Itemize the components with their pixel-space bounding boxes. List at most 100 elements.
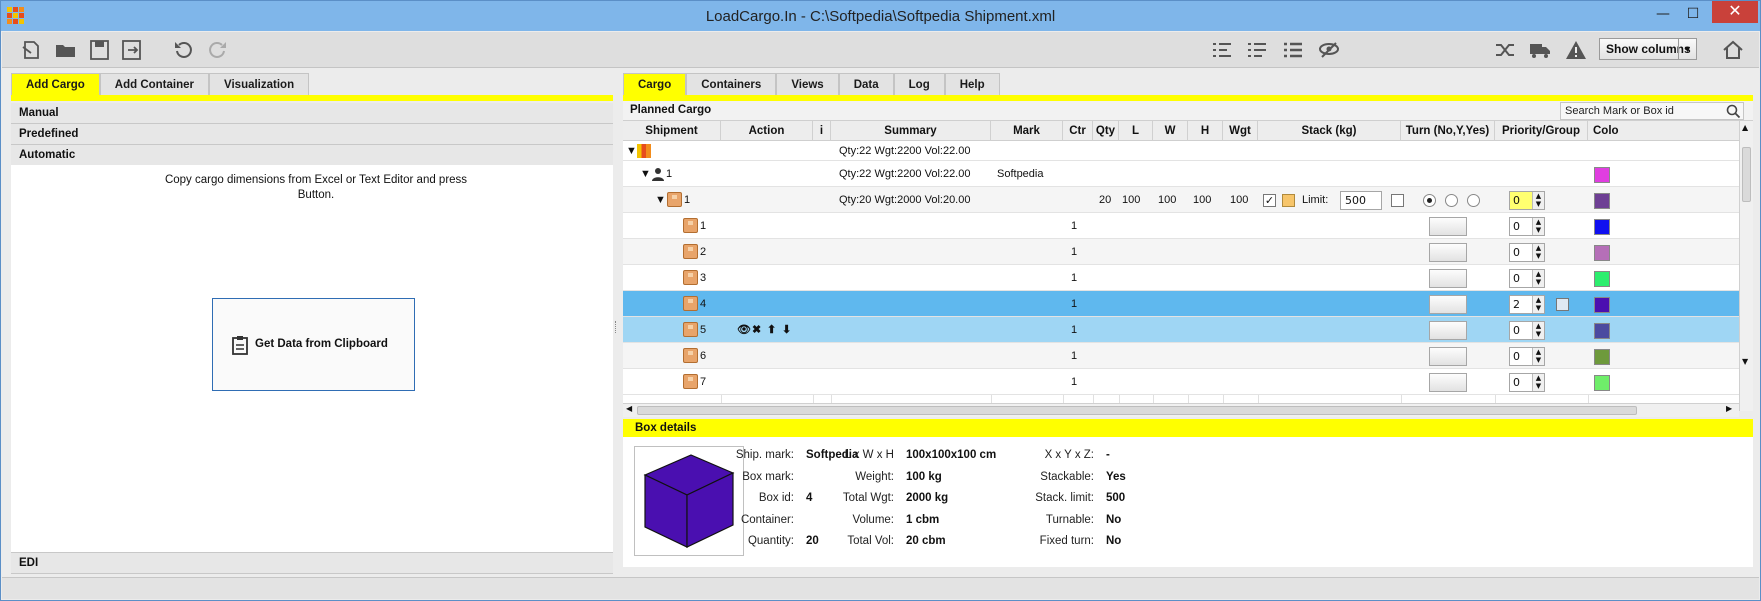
view-list-2-icon[interactable] <box>1245 39 1269 61</box>
show-columns-dropdown[interactable]: Show columns ▼ <box>1599 38 1697 60</box>
shuffle-icon[interactable] <box>1493 39 1517 61</box>
search-input[interactable]: Search Mark or Box id <box>1560 102 1744 120</box>
grid-vertical-scrollbar[interactable]: ▲ ▼ <box>1739 121 1753 411</box>
grid-row-shipment[interactable]: ▼ 1 Qty:22 Wgt:2200 Vol:22.00 Softpedia <box>623 161 1739 187</box>
column-header-mark[interactable]: Mark <box>991 121 1063 141</box>
group-checkbox[interactable] <box>1556 298 1569 311</box>
priority-spinner[interactable]: 2 ▲ ▼ <box>1509 295 1545 314</box>
turn-button[interactable] <box>1429 321 1467 340</box>
tab-add-cargo[interactable]: Add Cargo <box>11 73 100 95</box>
open-folder-icon[interactable] <box>54 39 78 61</box>
spinner-arrows-icon[interactable]: ▲ ▼ <box>1532 218 1544 235</box>
priority-spinner[interactable]: 0 ▲ ▼ <box>1509 243 1545 262</box>
color-swatch[interactable] <box>1594 245 1610 261</box>
grid-row-box[interactable]: 4 1 2 ▲ ▼ <box>623 291 1739 317</box>
scroll-down-icon[interactable]: ▼ <box>1742 357 1748 366</box>
color-swatch[interactable] <box>1594 167 1610 183</box>
turn-button[interactable] <box>1429 373 1467 392</box>
limit-input[interactable]: 500 <box>1340 191 1382 210</box>
truck-icon[interactable] <box>1528 39 1552 61</box>
column-header-priority-group[interactable]: Priority/Group <box>1495 121 1588 141</box>
tab-views[interactable]: Views <box>776 73 839 95</box>
priority-spinner[interactable]: 0 ▲ ▼ <box>1509 217 1545 236</box>
scroll-up-icon[interactable]: ▲ <box>1742 123 1748 132</box>
spinner-arrows-icon[interactable]: ▲ ▼ <box>1532 348 1544 365</box>
accordion-automatic[interactable]: Automatic <box>11 145 613 166</box>
delete-icon[interactable]: ✖ <box>752 317 761 343</box>
grid-row-box[interactable]: 6 1 0 ▲ ▼ <box>623 343 1739 369</box>
vertical-scroll-thumb[interactable] <box>1742 147 1751 202</box>
turn-button[interactable] <box>1429 269 1467 288</box>
turn-y-radio[interactable] <box>1445 194 1458 207</box>
color-swatch[interactable] <box>1594 297 1610 313</box>
panel-splitter[interactable] <box>615 321 617 333</box>
move-down-icon[interactable]: ⬇ <box>782 317 791 343</box>
scroll-left-icon[interactable]: ◀ <box>626 404 632 413</box>
column-header-i[interactable]: i <box>813 121 831 141</box>
turn-button[interactable] <box>1429 347 1467 366</box>
tab-add-container[interactable]: Add Container <box>99 73 210 95</box>
turn-no-radio[interactable] <box>1423 194 1436 207</box>
grid-row-box[interactable]: 1 1 0 ▲ ▼ <box>623 213 1739 239</box>
grid-row-box[interactable]: 3 1 0 ▲ ▼ <box>623 265 1739 291</box>
tab-visualization[interactable]: Visualization <box>209 73 310 95</box>
spinner-arrows-icon[interactable]: ▲ ▼ <box>1532 374 1544 391</box>
view-list-3-icon[interactable] <box>1281 39 1305 61</box>
tab-cargo[interactable]: Cargo <box>623 73 687 95</box>
turn-button[interactable] <box>1429 243 1467 262</box>
save-as-icon[interactable] <box>120 39 144 61</box>
column-header-qty[interactable]: Qty <box>1093 121 1119 141</box>
priority-spinner[interactable]: 0 ▲ ▼ <box>1509 347 1545 366</box>
column-header-shipment[interactable]: Shipment <box>623 121 721 141</box>
column-header-h[interactable]: H <box>1188 121 1223 141</box>
view-list-1-icon[interactable] <box>1210 39 1234 61</box>
grid-row-box[interactable]: 7 1 0 ▲ ▼ <box>623 369 1739 395</box>
color-swatch[interactable] <box>1594 271 1610 287</box>
accordion-manual[interactable]: Manual <box>11 103 613 124</box>
priority-spinner[interactable]: 0 ▲ ▼ <box>1509 191 1545 210</box>
column-header-l[interactable]: L <box>1119 121 1153 141</box>
turn-button[interactable] <box>1429 217 1467 236</box>
close-button[interactable]: ✕ <box>1712 1 1758 23</box>
spinner-arrows-icon[interactable]: ▲ ▼ <box>1532 296 1544 313</box>
scroll-right-icon[interactable]: ▶ <box>1726 404 1732 413</box>
column-header-turn-no-y-yes[interactable]: Turn (No,Y,Yes) <box>1401 121 1495 141</box>
spinner-arrows-icon[interactable]: ▲ ▼ <box>1532 244 1544 261</box>
stack-limit-checkbox[interactable] <box>1391 194 1404 207</box>
priority-spinner[interactable]: 0 ▲ ▼ <box>1509 373 1545 392</box>
grid-row-box[interactable]: 5 👁 ✖ ⬆ ⬇ 1 0 ▲ ▼ <box>623 317 1739 343</box>
column-header-w[interactable]: W <box>1153 121 1188 141</box>
get-data-from-clipboard-button[interactable]: Get Data from Clipboard <box>212 298 415 391</box>
color-swatch[interactable] <box>1594 219 1610 235</box>
warning-icon[interactable] <box>1564 39 1588 61</box>
grid-row-box[interactable]: 2 1 0 ▲ ▼ <box>623 239 1739 265</box>
new-file-icon[interactable] <box>20 39 44 61</box>
tab-containers[interactable]: Containers <box>686 73 777 95</box>
hide-icon[interactable] <box>1317 39 1341 61</box>
color-swatch[interactable] <box>1594 193 1610 209</box>
tab-log[interactable]: Log <box>893 73 945 95</box>
turn-button[interactable] <box>1429 295 1467 314</box>
stackable-checkbox[interactable]: ✓ <box>1263 194 1276 207</box>
move-up-icon[interactable]: ⬆ <box>767 317 776 343</box>
search-icon[interactable] <box>1723 103 1743 119</box>
column-header-ctr[interactable]: Ctr <box>1063 121 1093 141</box>
column-header-stack-kg[interactable]: Stack (kg) <box>1258 121 1401 141</box>
accordion-edi[interactable]: EDI <box>11 553 613 574</box>
grid-row-root[interactable]: ▼ Qty:22 Wgt:2200 Vol:22.00 <box>623 141 1739 161</box>
spinner-arrows-icon[interactable]: ▲ ▼ <box>1532 270 1544 287</box>
grid-horizontal-scrollbar[interactable]: ◀ ▶ <box>623 403 1739 417</box>
color-swatch[interactable] <box>1594 375 1610 391</box>
color-swatch[interactable] <box>1594 349 1610 365</box>
horizontal-scroll-thumb[interactable] <box>637 406 1637 415</box>
column-header-summary[interactable]: Summary <box>831 121 991 141</box>
spinner-arrows-icon[interactable]: ▲ ▼ <box>1532 192 1544 209</box>
tab-help[interactable]: Help <box>944 73 1000 95</box>
expand-toggle-icon[interactable]: ▼ <box>640 161 651 187</box>
priority-spinner[interactable]: 0 ▲ ▼ <box>1509 321 1545 340</box>
turn-yes-radio[interactable] <box>1467 194 1480 207</box>
tab-data[interactable]: Data <box>838 73 894 95</box>
redo-icon[interactable] <box>205 39 229 61</box>
save-icon[interactable] <box>88 39 112 61</box>
home-icon[interactable] <box>1721 39 1745 61</box>
